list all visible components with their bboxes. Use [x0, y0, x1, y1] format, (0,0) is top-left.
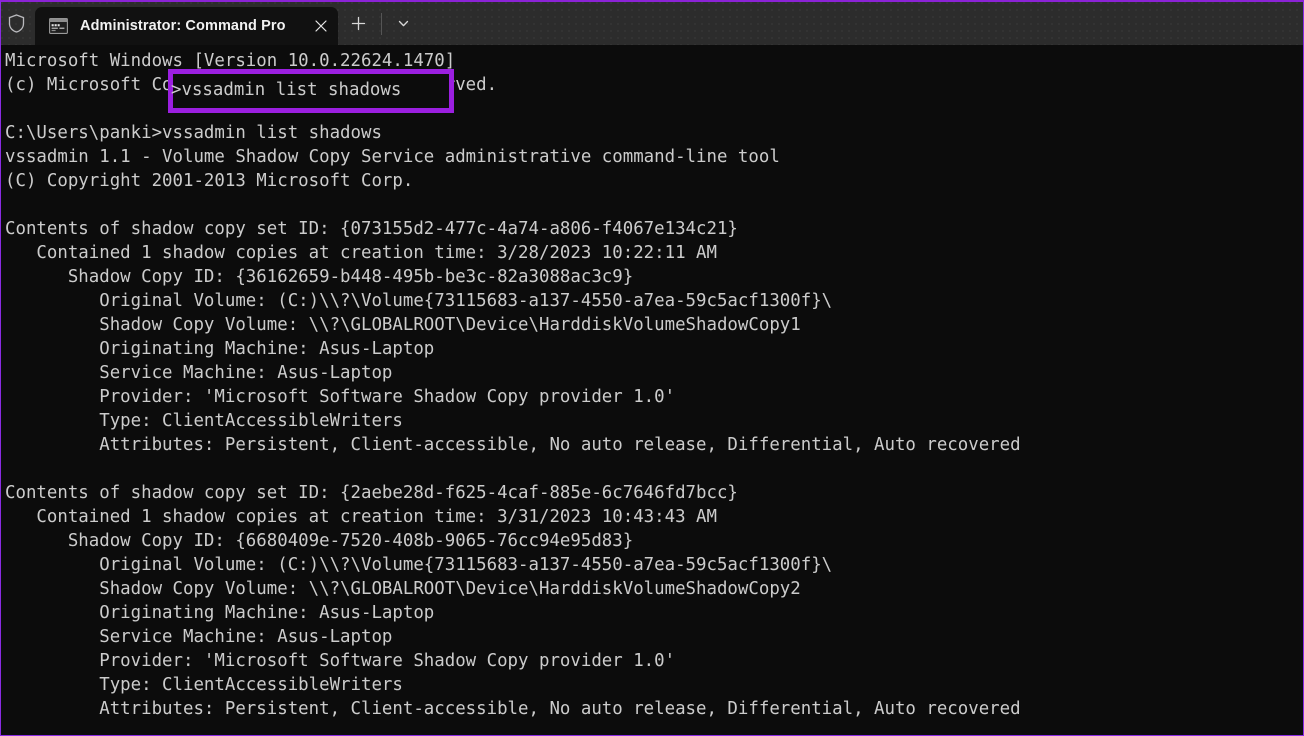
terminal-line: Service Machine: Asus-Laptop: [5, 363, 393, 383]
new-tab-button[interactable]: [338, 2, 380, 45]
titlebar: Administrator: Command Pro: [1, 2, 1303, 45]
terminal-line: Contents of shadow copy set ID: {073155d…: [5, 219, 738, 239]
terminal-line: Shadow Copy Volume: \\?\GLOBALROOT\Devic…: [5, 579, 801, 599]
command-prompt-window: Administrator: Command Pro Microsoft Win…: [0, 0, 1304, 736]
terminal-line: Service Machine: Asus-Laptop: [5, 627, 393, 647]
terminal-line: Original Volume: (C:)\\?\Volume{73115683…: [5, 555, 833, 575]
terminal-line: Provider: 'Microsoft Software Shadow Cop…: [5, 387, 676, 407]
chevron-down-icon: [398, 20, 409, 27]
tab-dropdown-button[interactable]: [383, 2, 425, 45]
terminal-line: Microsoft Windows [Version 10.0.22624.14…: [5, 51, 456, 71]
terminal-line: Attributes: Persistent, Client-accessibl…: [5, 699, 1021, 719]
terminal-line: Original Volume: (C:)\\?\Volume{73115683…: [5, 291, 833, 311]
terminal-line: Shadow Copy Volume: \\?\GLOBALROOT\Devic…: [5, 315, 801, 335]
terminal-line: Contained 1 shadow copies at creation ti…: [5, 507, 717, 527]
terminal-line: Type: ClientAccessibleWriters: [5, 675, 403, 695]
terminal-line: vssadmin 1.1 - Volume Shadow Copy Servic…: [5, 147, 780, 167]
terminal-output[interactable]: Microsoft Windows [Version 10.0.22624.14…: [1, 45, 1303, 735]
terminal-line: Contained 1 shadow copies at creation ti…: [5, 243, 717, 263]
terminal-line: (C) Copyright 2001-2013 Microsoft Corp.: [5, 171, 414, 191]
terminal-line: Attributes: Persistent, Client-accessibl…: [5, 435, 1021, 455]
terminal-line: Contents of shadow copy set ID: {2aebe28…: [5, 483, 738, 503]
terminal-line: Type: ClientAccessibleWriters: [5, 411, 403, 431]
terminal-line: (c) Microsoft Corporation. All rights re…: [5, 75, 498, 95]
titlebar-divider: [380, 12, 382, 35]
plus-icon: [351, 16, 366, 31]
terminal-line: C:\Users\panki>vssadmin list shadows: [5, 123, 382, 143]
terminal-line: Shadow Copy ID: {6680409e-7520-408b-9065…: [5, 531, 634, 551]
tab-administrator-command-prompt[interactable]: Administrator: Command Pro: [35, 7, 338, 45]
close-icon[interactable]: [304, 7, 338, 45]
terminal-line: Shadow Copy ID: {36162659-b448-495b-be3c…: [5, 267, 634, 287]
terminal-line: Originating Machine: Asus-Laptop: [5, 339, 435, 359]
terminal-line: Originating Machine: Asus-Laptop: [5, 603, 435, 623]
shield-icon: [1, 2, 31, 45]
console-window-icon: [49, 18, 68, 34]
terminal-line: Provider: 'Microsoft Software Shadow Cop…: [5, 651, 676, 671]
tab-title: Administrator: Command Pro: [80, 18, 286, 34]
